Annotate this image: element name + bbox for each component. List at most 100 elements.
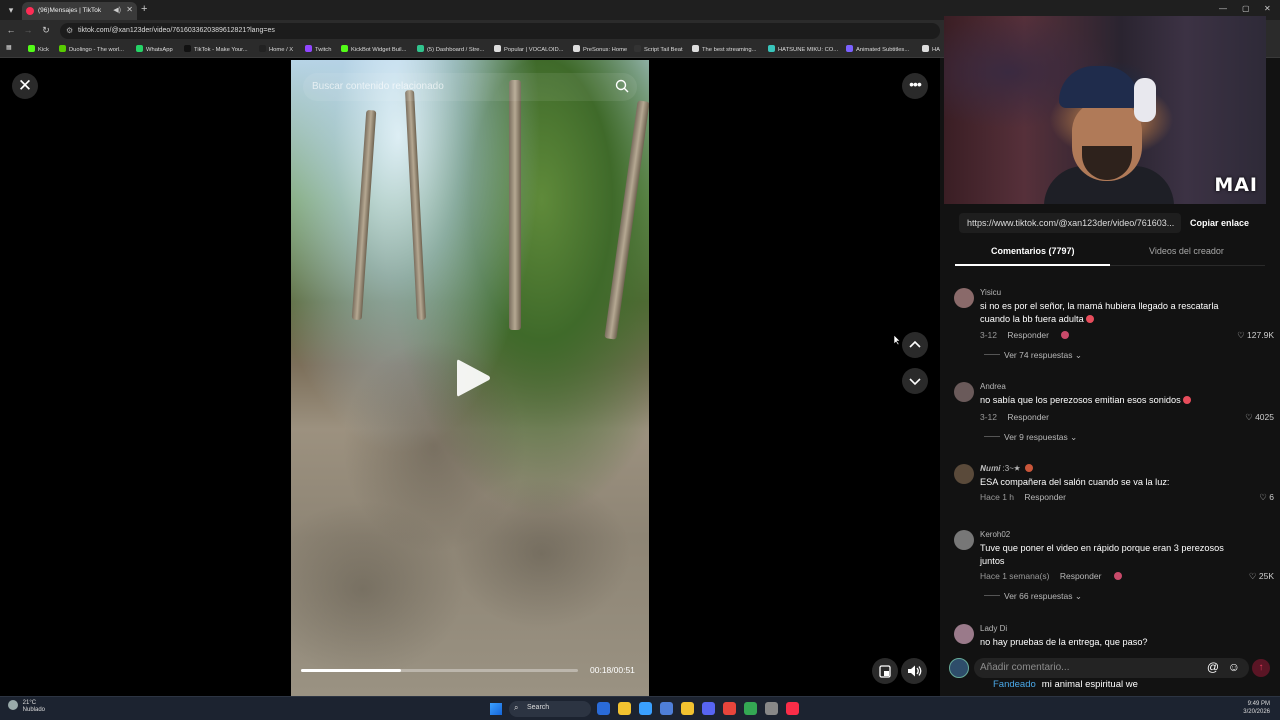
- taskbar-app-icon[interactable]: [597, 702, 610, 715]
- comment-text: no sabía que los perezosos emitian esos …: [980, 394, 1230, 407]
- comment-username[interactable]: Andrea: [980, 382, 1006, 391]
- taskbar-app-icon[interactable]: [681, 702, 694, 715]
- avatar[interactable]: [954, 464, 974, 484]
- comment-username[interactable]: Lady Di: [980, 624, 1007, 633]
- more-options-button[interactable]: •••: [902, 73, 928, 99]
- taskbar-app-icon[interactable]: [618, 702, 631, 715]
- avatar[interactable]: [954, 624, 974, 644]
- tab-creator-videos[interactable]: Videos del creador: [1149, 246, 1224, 256]
- taskbar-app-icon[interactable]: [744, 702, 757, 715]
- chevron-up-icon: [909, 340, 921, 348]
- taskbar-app-icon[interactable]: [723, 702, 736, 715]
- volume-icon: [908, 665, 922, 677]
- webcam-overlay: MAI: [944, 16, 1266, 204]
- url-input[interactable]: ⚙ tiktok.com/@xan123der/video/7616033620…: [60, 23, 940, 39]
- view-replies-button[interactable]: Ver 66 respuestas ⌄: [984, 591, 1082, 602]
- tab-comments[interactable]: Comentarios (7797): [991, 246, 1075, 256]
- bookmark-item[interactable]: (5) Dashboard / Stre...: [417, 45, 484, 53]
- bookmark-label: Home / X: [269, 47, 294, 53]
- previous-video-button[interactable]: [902, 332, 928, 358]
- weather-temp: 21°C: [22, 700, 37, 706]
- bookmark-label: (5) Dashboard / Stre...: [427, 47, 485, 53]
- browser-tab[interactable]: (96)Mensajes | TikTok ◀) ✕: [22, 2, 137, 20]
- taskbar-app-icon[interactable]: [765, 702, 778, 715]
- bookmark-item[interactable]: Popular | VOCALOID...: [494, 45, 564, 53]
- comment-meta: 3-12 Responder: [980, 412, 1057, 422]
- taskbar-app-icon[interactable]: [660, 702, 673, 715]
- bookmark-item[interactable]: WhatsApp: [136, 45, 173, 53]
- bookmark-item[interactable]: Duolingo - The worl...: [59, 45, 124, 53]
- bookmark-item[interactable]: KickBot Widget Buil...: [341, 45, 406, 53]
- apps-grid-icon[interactable]: ▦: [6, 45, 11, 51]
- bookmark-item[interactable]: TikTok - Make Your...: [184, 45, 248, 53]
- system-clock[interactable]: 9:49 PM 3/20/2026: [1243, 700, 1270, 716]
- bookmark-item[interactable]: Twitch: [305, 45, 331, 53]
- bookmark-item[interactable]: Script Tail Beat: [634, 45, 683, 53]
- bookmark-favicon-icon: [28, 45, 35, 52]
- bookmark-item[interactable]: The best streaming...: [692, 45, 756, 53]
- forward-icon[interactable]: →: [22, 25, 34, 35]
- window-close-icon[interactable]: ✕: [1264, 4, 1271, 13]
- comment-item: Lady Di no hay pruebas de la entrega, qu…: [954, 624, 1276, 652]
- bookmark-item[interactable]: HATSUNE MIKU: CO...: [768, 45, 838, 53]
- comment-username[interactable]: Yisicu: [980, 288, 1001, 297]
- view-replies-button[interactable]: Ver 74 respuestas ⌄: [984, 350, 1082, 361]
- reply-button[interactable]: Responder: [1024, 492, 1066, 502]
- send-comment-button[interactable]: ↑: [1252, 659, 1270, 677]
- comment-input[interactable]: Añadir comentario... @ ☺: [974, 658, 1249, 678]
- comment-username[interactable]: 𝑵𝒖𝒎𝒊 :3~★: [980, 464, 1033, 474]
- start-button[interactable]: [490, 703, 502, 715]
- bookmark-item[interactable]: Kick: [28, 45, 49, 53]
- avatar[interactable]: [954, 382, 974, 402]
- reply-button[interactable]: Responder: [1007, 412, 1049, 422]
- taskbar-app-icon[interactable]: [639, 702, 652, 715]
- taskbar-app-icon[interactable]: [786, 702, 799, 715]
- like-button[interactable]: ♡ 4025: [1245, 412, 1274, 423]
- video-progress-bar[interactable]: [301, 669, 578, 672]
- copy-link-button[interactable]: Copiar enlace: [1185, 213, 1264, 233]
- site-info-icon[interactable]: ⚙: [66, 26, 73, 35]
- reload-icon[interactable]: ↻: [40, 25, 52, 36]
- close-video-button[interactable]: ✕: [12, 73, 38, 99]
- mini-player-button[interactable]: [872, 658, 898, 684]
- volume-button[interactable]: [901, 658, 927, 684]
- cloud-icon: [8, 700, 18, 710]
- avatar[interactable]: [954, 530, 974, 550]
- comment-username[interactable]: Keroh02: [980, 530, 1010, 539]
- mention-icon[interactable]: @: [1207, 660, 1219, 674]
- emoji-picker-icon[interactable]: ☺: [1228, 660, 1240, 674]
- tab-search-icon[interactable]: ▾: [4, 3, 18, 17]
- taskbar-search[interactable]: ⌕ Search: [509, 701, 591, 717]
- close-tab-icon[interactable]: ✕: [126, 5, 133, 14]
- play-icon[interactable]: [453, 356, 493, 400]
- taskbar-app-icon[interactable]: [702, 702, 715, 715]
- share-url-field[interactable]: https://www.tiktok.com/@xan123der/video/…: [959, 213, 1181, 233]
- weather-widget[interactable]: 21°C Nublado: [8, 700, 45, 714]
- next-video-button[interactable]: [902, 368, 928, 394]
- view-replies-button[interactable]: Ver 9 respuestas ⌄: [984, 432, 1077, 443]
- reply-button[interactable]: Responder: [1060, 571, 1102, 581]
- bookmark-item[interactable]: Animated Subtitles...: [846, 45, 909, 53]
- bookmark-item[interactable]: PreSonus: Home: [573, 45, 627, 53]
- avatar[interactable]: [954, 288, 974, 308]
- bookmark-favicon-icon: [573, 45, 580, 52]
- maximize-icon[interactable]: ▢: [1242, 4, 1250, 13]
- new-tab-icon[interactable]: +: [141, 3, 147, 15]
- minimize-icon[interactable]: —: [1219, 4, 1227, 13]
- like-button[interactable]: ♡ 25K: [1249, 571, 1274, 582]
- bookmark-label: Duolingo - The worl...: [69, 47, 124, 53]
- bookmark-item[interactable]: Home / X: [259, 45, 293, 53]
- stream-chat-overlay: Fandeado mi animal espiritual we: [993, 679, 1138, 690]
- weather-condition: Nublado: [22, 707, 46, 713]
- reply-button[interactable]: Responder: [1007, 330, 1049, 340]
- comment-date: Hace 1 semana(s): [980, 571, 1050, 581]
- related-search-input[interactable]: Buscar contenido relacionado: [303, 73, 637, 101]
- bookmark-item[interactable]: HA: [922, 45, 940, 53]
- like-button[interactable]: ♡ 6: [1259, 492, 1274, 503]
- tree-trunk: [604, 100, 649, 340]
- back-icon[interactable]: ←: [5, 25, 17, 35]
- avatar: [949, 658, 969, 678]
- speaker-icon[interactable]: ◀): [113, 6, 121, 14]
- search-icon[interactable]: [615, 79, 629, 93]
- like-button[interactable]: ♡ 127.9K: [1237, 330, 1274, 341]
